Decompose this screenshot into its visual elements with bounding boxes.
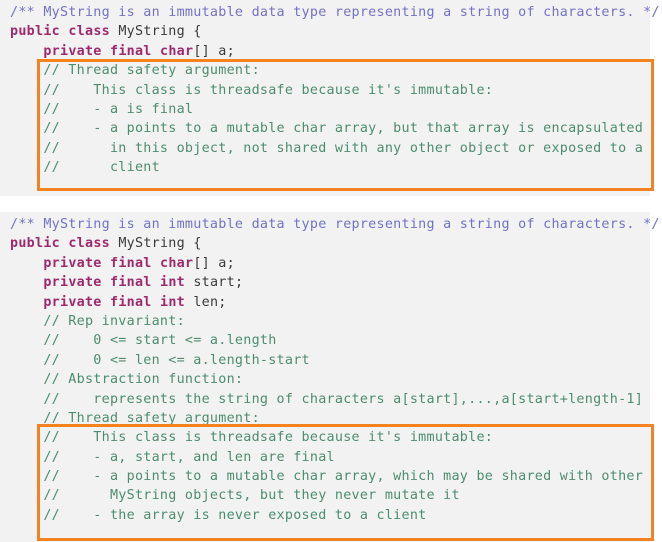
code-line: // - a points to a mutable char array, b… [0,119,650,138]
code-line: // Rep invariant: [0,312,650,331]
code-line: // 0 <= len <= a.length-start [0,351,650,370]
code-line: private final int len; [0,293,650,312]
code-token-type: char [159,255,194,271]
code-line: // Thread safety argument: [0,61,650,80]
code-token-keyword: private [43,43,102,59]
code-token-plain: { [184,236,202,252]
code-token-plain: [] a; [193,43,235,59]
code-token-plain: start; [184,275,244,291]
code-token-javadoc: /** MyString is an immutable data type r… [10,5,660,20]
code-token-comment: // 0 <= len <= a.length-start [10,352,310,368]
code-token-javadoc: /** MyString is an immutable data type r… [10,217,660,232]
code-token-type: int [159,275,185,291]
code-token-ident: MyString [118,236,185,252]
code-line: // - a, start, and len are final [0,448,650,467]
code-token-comment: // - the array is never exposed to a cli… [10,507,427,523]
code-token-keyword: class [68,236,110,252]
code-token-plain: { [184,24,202,40]
code-line: // in this object, not shared with any o… [0,139,650,158]
code-line: // This class is threadsafe because it's… [0,428,650,447]
code-line: // represents the string of characters a… [0,390,650,409]
code-token-type: char [159,43,194,59]
code-token-keyword: final [109,255,152,271]
code-token-comment: // 0 <= start <= a.length [10,333,277,349]
code-line: // client [0,158,650,177]
code-token-comment: // MyString objects, but they never muta… [10,488,460,504]
code-line: // This class is threadsafe because it's… [0,81,650,100]
code-line: // - a points to a mutable char array, w… [0,467,650,486]
code-line: private final int start; [0,273,650,292]
code-token-keyword: private [43,275,102,291]
code-token-comment: // This class is threadsafe because it's… [10,82,494,98]
code-line: /** MyString is an immutable data type r… [0,215,659,234]
code-token-comment: // This class is threadsafe because it's… [10,430,494,446]
code-token-keyword: final [109,275,152,291]
code-token-comment: // represents the string of characters a… [10,391,644,407]
code-token-keyword: public [10,236,60,252]
code-line: // Thread safety argument: [0,409,650,428]
code-line: // Abstraction function: [0,370,650,389]
code-token-comment: // Abstraction function: [10,372,244,388]
code-token-keyword: class [68,24,110,40]
code-token-comment: // Thread safety argument: [10,63,260,79]
code-block-immutable-mystring-simple: /** MyString is an immutable data type r… [0,0,659,196]
code-token-ident: MyString [118,24,185,40]
code-token-comment: // client [10,160,160,176]
code-token-plain: len; [184,294,227,310]
code-token-type: int [159,294,185,310]
screenshot-root: /** MyString is an immutable data type r… [0,0,662,542]
code-token-keyword: final [109,294,152,310]
code-line: // 0 <= start <= a.length [0,331,650,350]
code-token-comment: // - a points to a mutable char array, b… [10,121,644,137]
code-token-comment: // in this object, not shared with any o… [10,140,644,156]
code-token-comment: // - a is final [10,101,194,117]
code-line: public class MyString { [0,22,650,41]
code-token-comment: // Thread safety argument: [10,410,260,426]
code-line: /** MyString is an immutable data type r… [0,3,659,22]
code-token-keyword: final [109,43,152,59]
code-token-keyword: private [43,255,102,271]
code-line: private final char[] a; [0,254,650,273]
code-line: // - a is final [0,100,650,119]
code-line: // - the array is never exposed to a cli… [0,506,650,525]
code-token-comment: // Rep invariant: [10,313,185,329]
code-line: private final char[] a; [0,42,650,61]
code-token-comment: // - a points to a mutable char array, w… [10,469,644,485]
code-token-plain: [] a; [193,255,235,271]
code-token-keyword: private [43,294,102,310]
code-token-keyword: public [10,24,60,40]
code-token-comment: // - a, start, and len are final [10,449,335,465]
code-block-immutable-mystring-full: /** MyString is an immutable data type r… [0,212,659,542]
code-line: public class MyString { [0,234,650,253]
code-line: // MyString objects, but they never muta… [0,486,650,505]
